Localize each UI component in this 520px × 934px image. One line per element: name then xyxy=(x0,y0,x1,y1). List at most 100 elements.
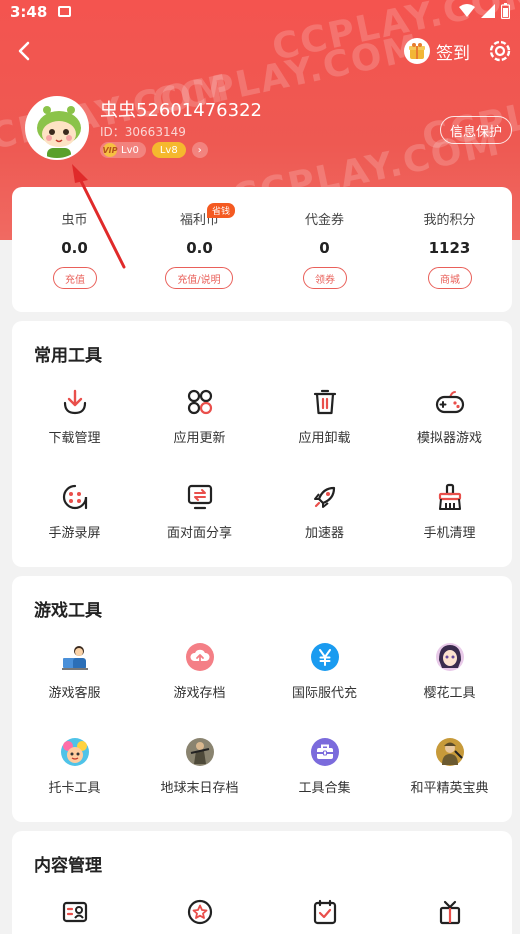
tool-label: 下载管理 xyxy=(48,431,101,446)
apps-update-icon xyxy=(185,387,215,417)
currency-card: 虫币 0.0 充值 福利币 0.0 充值/说明 代金券 0 领券 我的积分 11… xyxy=(12,187,512,312)
tool-label: 樱花工具 xyxy=(423,686,476,701)
content-item-profile[interactable] xyxy=(12,897,137,934)
tool-label: 应用卸载 xyxy=(298,431,351,446)
currency-value: 0.0 xyxy=(61,239,88,257)
tool-label: 游戏客服 xyxy=(48,686,101,701)
vip-level: Lv0 xyxy=(121,144,139,156)
battery-icon xyxy=(501,3,510,19)
tool-label: 工具合集 xyxy=(298,781,351,796)
signin-button[interactable]: 签到 xyxy=(404,36,470,66)
recharge-button[interactable]: 充值 xyxy=(53,267,97,289)
tool-face-share[interactable]: 面对面分享 xyxy=(137,482,262,562)
tool-label: 托卡工具 xyxy=(48,781,101,796)
cloud-save-icon xyxy=(185,642,215,672)
tool-label: 手游录屏 xyxy=(48,526,101,541)
content-item-tasks[interactable] xyxy=(262,897,387,934)
gear-icon xyxy=(489,40,511,62)
image-notification-icon xyxy=(58,6,71,17)
watermark: CCPLAY.COM xyxy=(418,62,520,159)
tool-earth-doomsday[interactable]: 地球末日存档 xyxy=(137,737,262,817)
section-title: 常用工具 xyxy=(34,346,102,366)
tool-game-support[interactable]: 游戏客服 xyxy=(12,642,137,722)
username: 虫虫52601476322 xyxy=(100,100,262,121)
badges: VIP Lv0 Lv8 › xyxy=(100,142,208,158)
tool-peace-elite[interactable]: 和平精英宝典 xyxy=(387,737,512,817)
currency-label: 代金券 xyxy=(304,213,344,228)
share-screen-icon xyxy=(185,482,215,512)
tool-label: 应用更新 xyxy=(173,431,226,446)
gift-icon xyxy=(404,38,430,64)
currency-label: 我的积分 xyxy=(423,213,476,228)
record-icon xyxy=(60,482,90,512)
content-item-favorites[interactable] xyxy=(137,897,262,934)
currency-label: 福利币 xyxy=(179,213,219,228)
currency-label: 虫币 xyxy=(61,213,88,228)
game-tools-card: 游戏工具 游戏客服 游戏存档 国际服代充 樱花工具 托卡工具 地球末日存档 工具… xyxy=(12,576,512,822)
currency-value: 1123 xyxy=(428,239,471,257)
chevron-right-icon[interactable]: › xyxy=(191,142,208,158)
tool-label: 面对面分享 xyxy=(166,526,232,541)
tool-app-update[interactable]: 应用更新 xyxy=(137,387,262,467)
tool-label: 和平精英宝典 xyxy=(410,781,489,796)
vip-badge[interactable]: VIP Lv0 xyxy=(100,142,146,158)
tool-app-uninstall[interactable]: 应用卸载 xyxy=(262,387,387,467)
wifi-icon xyxy=(459,4,475,17)
info-protect-button[interactable]: 信息保护 xyxy=(440,116,512,144)
gift-box-icon xyxy=(435,897,465,927)
back-button[interactable] xyxy=(10,36,38,66)
status-time: 3:48 xyxy=(10,3,48,21)
tool-intl-recharge[interactable]: 国际服代充 xyxy=(262,642,387,722)
signin-label: 签到 xyxy=(436,43,470,64)
support-agent-icon xyxy=(60,642,90,672)
tool-download-manager[interactable]: 下载管理 xyxy=(12,387,137,467)
tool-label: 模拟器游戏 xyxy=(416,431,482,446)
trash-icon xyxy=(310,387,340,417)
tool-screen-record[interactable]: 手游录屏 xyxy=(12,482,137,562)
level-badge[interactable]: Lv8 xyxy=(151,142,186,158)
rocket-icon xyxy=(310,482,340,512)
common-tools-card: 常用工具 下载管理 应用更新 应用卸载 模拟器游戏 手游录屏 面对面分享 加速器… xyxy=(12,321,512,567)
tool-game-save[interactable]: 游戏存档 xyxy=(137,642,262,722)
survivor-avatar-icon xyxy=(185,737,215,767)
anime-avatar-icon xyxy=(435,642,465,672)
recharge-info-button[interactable]: 充值/说明 xyxy=(165,267,233,289)
avatar[interactable] xyxy=(25,96,89,160)
section-title: 内容管理 xyxy=(34,856,102,876)
tool-toca[interactable]: 托卡工具 xyxy=(12,737,137,817)
user-id: ID：30663149 xyxy=(100,125,186,139)
content-management-card: 内容管理 xyxy=(12,831,512,934)
tool-label: 游戏存档 xyxy=(173,686,226,701)
tool-collection[interactable]: 工具合集 xyxy=(262,737,387,817)
tool-label: 加速器 xyxy=(304,526,344,541)
gamepad-icon xyxy=(435,387,465,417)
mall-button[interactable]: 商城 xyxy=(428,267,472,289)
toolbox-icon xyxy=(310,737,340,767)
star-badge-icon xyxy=(185,897,215,927)
checklist-icon xyxy=(310,897,340,927)
back-arrow-icon xyxy=(18,41,30,61)
get-voucher-button[interactable]: 领券 xyxy=(303,267,347,289)
save-money-tag: 省钱 xyxy=(207,203,236,218)
status-bar: 3:48 xyxy=(0,0,520,26)
broom-icon xyxy=(435,482,465,512)
toca-avatar-icon xyxy=(60,737,90,767)
yen-icon xyxy=(310,642,340,672)
tool-emulator-games[interactable]: 模拟器游戏 xyxy=(387,387,512,467)
tool-label: 国际服代充 xyxy=(291,686,357,701)
vip-icon: VIP xyxy=(102,143,118,157)
soldier-avatar-icon xyxy=(435,737,465,767)
tool-sakura[interactable]: 樱花工具 xyxy=(387,642,512,722)
download-icon xyxy=(60,387,90,417)
tool-phone-clean[interactable]: 手机清理 xyxy=(387,482,512,562)
tool-label: 地球末日存档 xyxy=(160,781,239,796)
signal-icon xyxy=(481,4,495,18)
tool-label: 手机清理 xyxy=(423,526,476,541)
content-item-gifts[interactable] xyxy=(387,897,512,934)
settings-button[interactable] xyxy=(486,36,514,66)
profile-card-icon xyxy=(60,897,90,927)
section-title: 游戏工具 xyxy=(34,601,102,621)
currency-value: 0 xyxy=(319,239,330,257)
tool-accelerator[interactable]: 加速器 xyxy=(262,482,387,562)
currency-value: 0.0 xyxy=(186,239,213,257)
